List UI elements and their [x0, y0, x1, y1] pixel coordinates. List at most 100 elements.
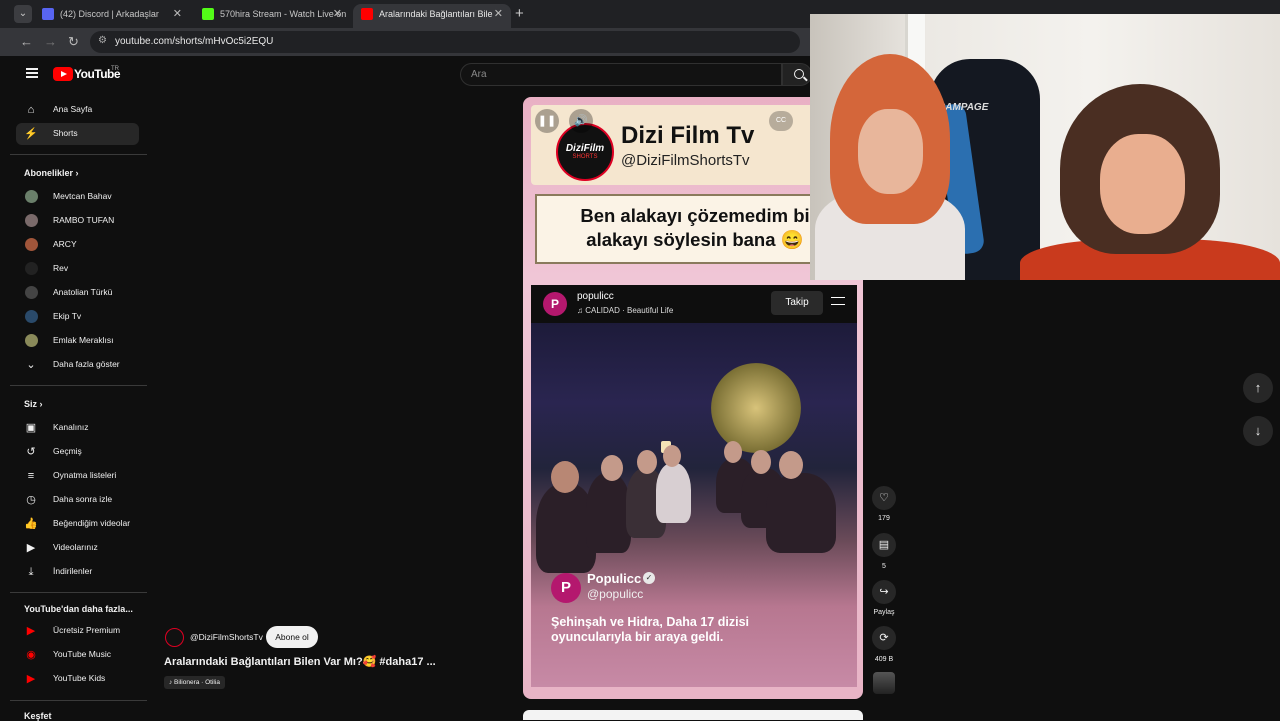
country-code: TR — [111, 66, 119, 72]
tab-title: 570hira Stream - Watch Live on — [220, 9, 347, 19]
volume-icon[interactable]: 🔊 — [569, 109, 593, 133]
sidebar-item-liked[interactable]: 👍 Beğendiğim videolar — [16, 513, 139, 535]
share-label: Paylaş — [873, 609, 895, 616]
comment-count: 5 — [882, 563, 886, 570]
tab-search-button[interactable]: ⌄ — [14, 5, 32, 23]
sidebar-item-watch-later[interactable]: ◷ Daha sonra izle — [16, 489, 139, 511]
avatar: P — [543, 292, 567, 316]
webcam-overlay: RAMPAGE — [810, 14, 1280, 280]
sidebar-item-label: Daha sonra izle — [53, 494, 113, 504]
video-title[interactable]: Aralarındaki Bağlantıları Bilen Var Mı?🥰… — [164, 655, 436, 668]
like-count: 179 — [878, 515, 890, 522]
arrow-up-icon: ↑ — [1254, 380, 1262, 395]
person-head — [663, 445, 681, 467]
avatar — [25, 238, 38, 251]
avatar — [25, 214, 38, 227]
sidebar-divider — [10, 154, 147, 155]
sidebar-divider — [10, 592, 147, 593]
sidebar-item-subscription[interactable]: ARCY — [16, 234, 139, 256]
tab-title: (42) Discord | Arkadaşlar — [60, 9, 159, 19]
channel-avatar[interactable] — [165, 628, 184, 647]
subscribe-button[interactable]: Abone ol — [266, 626, 318, 648]
menu-icon[interactable] — [26, 68, 38, 78]
close-icon[interactable]: ✕ — [333, 4, 342, 24]
sidebar-item-your-videos[interactable]: ▶ Videolarınız — [16, 537, 139, 559]
person-head — [551, 461, 579, 493]
search-button[interactable] — [782, 63, 812, 86]
playlist-icon: ≡ — [27, 470, 35, 482]
reload-icon[interactable]: ↻ — [68, 34, 79, 50]
url-field[interactable]: ⚙ youtube.com/shorts/mHvOc5i2EQU — [90, 31, 800, 53]
you-heading[interactable]: Siz › — [24, 399, 43, 409]
sidebar-item-kids[interactable]: ▶ YouTube Kids — [16, 668, 139, 690]
sidebar-item-label: YouTube Kids — [53, 673, 106, 683]
site-info-icon[interactable]: ⚙ — [98, 35, 107, 46]
remix-button[interactable]: ⟳ — [872, 626, 896, 650]
youtube-icon — [361, 8, 373, 20]
arrow-down-icon: ↓ — [1254, 423, 1262, 438]
history-icon: ↺ — [26, 446, 36, 458]
embedded-account-name: populicc — [577, 291, 614, 302]
chevron-down-icon: ⌄ — [26, 359, 36, 371]
banner-title: Dizi Film Tv — [621, 122, 755, 149]
show-more-button[interactable]: ⌄ Daha fazla göster — [16, 354, 139, 376]
video-caption: Ben alakayı çözemedim bi alakayı söylesi… — [535, 194, 851, 264]
next-short-button[interactable]: ↓ — [1243, 416, 1273, 446]
sidebar-item-label: Ekip Tv — [53, 311, 82, 321]
forward-icon[interactable]: → — [44, 34, 57, 49]
pause-icon[interactable]: ❚❚ — [535, 109, 559, 133]
comment-button[interactable]: ▤ — [872, 533, 896, 557]
close-icon[interactable]: ✕ — [173, 4, 182, 24]
search-input[interactable]: Ara — [460, 63, 782, 86]
previous-short-button[interactable]: ↑ — [1243, 373, 1273, 403]
share-icon: ↪ — [879, 586, 889, 598]
share-button[interactable]: ↪ — [872, 580, 896, 604]
sidebar-item-label: Rev — [53, 263, 69, 273]
sidebar-item-subscription[interactable]: Emlak Meraklısı — [16, 330, 139, 352]
sidebar-item-music[interactable]: ◉ YouTube Music — [16, 644, 139, 666]
sidebar-item-subscription[interactable]: Mevtcan Bahav — [16, 186, 139, 208]
sidebar-item-subscription[interactable]: Rev — [16, 258, 139, 280]
sidebar-item-home[interactable]: ⌂ Ana Sayfa — [16, 99, 139, 121]
next-short-preview[interactable] — [523, 710, 863, 720]
music-chip[interactable]: ♪ Bilionera · Otilia — [164, 676, 225, 689]
channel-name[interactable]: @DiziFilmShortsTv — [190, 632, 263, 642]
back-icon[interactable]: ← — [20, 34, 33, 49]
new-tab-button[interactable]: + — [515, 5, 524, 22]
menu-icon — [831, 297, 845, 305]
tab-youtube[interactable]: Aralarındaki Bağlantıları Bile ✕ — [353, 4, 511, 28]
close-icon[interactable]: ✕ — [494, 4, 503, 24]
thumbs-up-icon: 👍 — [24, 518, 38, 530]
avatar: P — [551, 573, 581, 603]
youtube-logo-icon[interactable] — [53, 67, 73, 81]
sidebar-item-label: Shorts — [53, 128, 78, 138]
subscriptions-heading[interactable]: Abonelikler › — [24, 168, 79, 178]
sidebar-item-shorts[interactable]: ⚡ Shorts — [16, 123, 139, 145]
tab-kick[interactable]: 570hira Stream - Watch Live on ✕ — [194, 4, 350, 28]
like-button[interactable]: ♡ — [872, 486, 896, 510]
tab-discord[interactable]: (42) Discord | Arkadaşlar ✕ — [34, 4, 190, 28]
captions-button[interactable]: CC — [769, 111, 793, 131]
sound-thumbnail[interactable] — [873, 672, 895, 694]
clock-icon: ◷ — [26, 494, 36, 506]
person-head — [637, 450, 657, 474]
sidebar-item-playlists[interactable]: ≡ Oynatma listeleri — [16, 465, 139, 487]
sidebar-item-downloads[interactable]: ⤓ İndirilenler — [16, 561, 139, 583]
sidebar-item-subscription[interactable]: Anatolian Türkü — [16, 282, 139, 304]
youtube-kids-icon: ▶ — [26, 673, 36, 685]
person-head — [779, 451, 803, 479]
sidebar-item-premium[interactable]: ▶ Ücretsiz Premium — [16, 620, 139, 642]
verified-icon: ✓ — [643, 572, 655, 584]
sidebar-item-label: Beğendiğim videolar — [53, 518, 131, 528]
sidebar-item-channel[interactable]: ▣ Kanalınız — [16, 417, 139, 439]
embedded-music: ♫ CALIDAD · Beautiful Life — [577, 306, 674, 315]
sidebar-item-subscription[interactable]: Ekip Tv — [16, 306, 139, 328]
sidebar-divider — [10, 700, 147, 701]
person-figure — [656, 463, 691, 523]
group-photo: P Populicc ✓ @populicc Şehinşah ve Hidra… — [531, 323, 857, 687]
banner-handle: @DiziFilmShortsTv — [621, 152, 750, 169]
person-head — [601, 455, 623, 481]
person-face — [1100, 134, 1185, 234]
sidebar-item-history[interactable]: ↺ Geçmiş — [16, 441, 139, 463]
sidebar-item-subscription[interactable]: RAMBO TUFAN — [16, 210, 139, 232]
